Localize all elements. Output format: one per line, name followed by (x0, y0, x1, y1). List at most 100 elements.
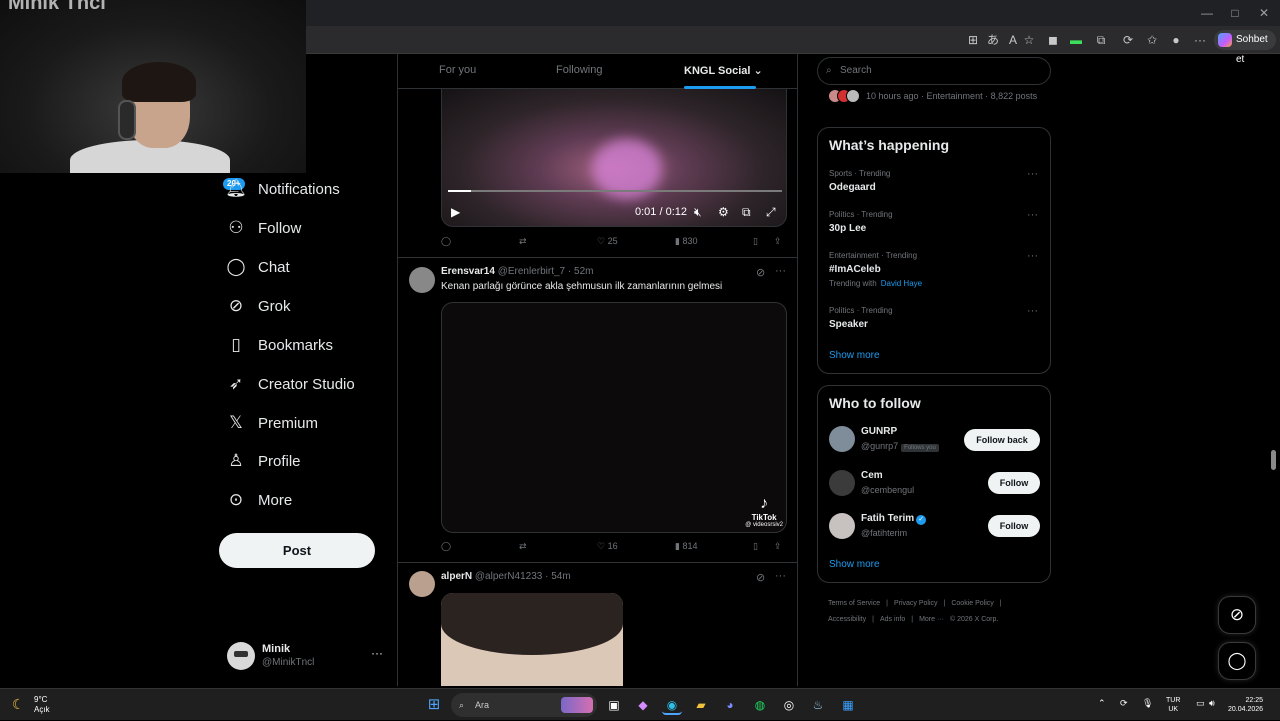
footer-link-terms[interactable]: Terms of Service (828, 600, 880, 607)
follow-name[interactable]: GUNRP (861, 426, 897, 437)
tab-kngl-social[interactable]: KNGL Social ⌄ (684, 64, 763, 77)
avatar[interactable] (409, 267, 435, 293)
picture-in-picture-icon[interactable]: ⧉ (742, 205, 751, 220)
video-player[interactable]: ▶ 0:01 / 0:12 🔇︎ ⚙ ⧉ ⤢ (441, 89, 787, 227)
footer-link-cookie[interactable]: Cookie Policy (951, 600, 993, 607)
avatar[interactable] (409, 571, 435, 597)
more-dots-icon[interactable]: ··· (775, 265, 786, 277)
footer-link-accessibility[interactable]: Accessibility (828, 616, 866, 623)
views-button[interactable]: ▮ 830 (675, 236, 698, 247)
footer-link-ads[interactable]: Ads info (880, 616, 905, 623)
nav-item-follow[interactable]: ⚇ Follow (226, 213, 301, 243)
bookmark-icon[interactable]: ▯ (753, 541, 758, 552)
follow-name-row[interactable]: Fatih Terim ✓ (861, 513, 927, 525)
sync-icon[interactable]: ⟳ (1120, 698, 1128, 709)
tweet-author-name[interactable]: alperN (441, 571, 472, 582)
views-button[interactable]: ▮ 814 (675, 541, 698, 552)
footer-link-more[interactable]: More ··· (919, 616, 944, 623)
split-screen-icon[interactable]: ⟳ (1120, 32, 1136, 48)
read-aloud-icon[interactable]: A (1005, 32, 1021, 48)
more-dots-icon[interactable]: ··· (1027, 305, 1038, 317)
tweet-author-name[interactable]: Erensvar14 (441, 266, 495, 277)
close-window-button[interactable]: ✕ (1249, 4, 1279, 22)
search-input[interactable]: ⌕ Search (817, 57, 1051, 85)
chat-fab-button[interactable]: ◯ (1218, 642, 1256, 680)
taskbar-clock[interactable]: 22:25 20.04.2026 (1228, 696, 1263, 714)
page-scrollbar[interactable] (1271, 450, 1276, 470)
copilot-app-icon[interactable]: ◆ (633, 695, 653, 715)
reply-icon[interactable]: ◯ (441, 541, 451, 552)
follow-button[interactable]: Follow (988, 472, 1040, 494)
share-icon[interactable]: ⇪ (774, 541, 782, 552)
tray-chevron-up-icon[interactable]: ⌃ (1098, 698, 1106, 709)
avatar[interactable] (829, 513, 855, 539)
nav-item-premium[interactable]: 𝕏 Premium (226, 408, 318, 438)
follow-back-button[interactable]: Follow back (964, 429, 1040, 451)
file-explorer-icon[interactable]: ▰ (691, 695, 711, 715)
photos-app-icon[interactable]: ▦ (838, 695, 858, 715)
steam-icon[interactable]: ♨ (808, 695, 828, 715)
nav-item-grok[interactable]: ⊘ Grok (226, 291, 291, 321)
tab-for-you[interactable]: For you (439, 64, 476, 76)
more-dots-icon[interactable]: ··· (1027, 209, 1038, 221)
copilot-chat-button[interactable]: Sohbet et (1214, 30, 1276, 65)
extension-icon[interactable]: ◼ (1045, 32, 1061, 48)
favorites-icon[interactable]: ✩ (1144, 32, 1160, 48)
settings-gear-icon[interactable]: ⚙ (718, 205, 729, 219)
nav-item-more[interactable]: ⊙ More (226, 485, 292, 515)
github-icon[interactable]: ◎ (779, 695, 799, 715)
avatar[interactable] (829, 470, 855, 496)
follow-name[interactable]: Cem (861, 470, 883, 481)
more-dots-icon[interactable]: ··· (1027, 250, 1038, 262)
taskbar-search[interactable]: ⌕ Ara (451, 693, 597, 717)
extensions-puzzle-icon[interactable]: ⧉ (1093, 32, 1109, 48)
follow-button[interactable]: Follow (988, 515, 1040, 537)
microphone-icon[interactable]: 🎙︎ (1142, 698, 1153, 709)
tweet-time[interactable]: 52m (574, 266, 593, 277)
weather-widget[interactable]: 9°C Açık (34, 695, 50, 715)
like-button[interactable]: ♡ 25 (597, 236, 618, 247)
grok-fab-button[interactable]: ⊘ (1218, 596, 1256, 634)
bookmark-icon[interactable]: ▯ (753, 236, 758, 247)
translate-icon[interactable]: あ (985, 32, 1001, 48)
discord-icon[interactable]: ◕ (720, 695, 740, 715)
reply-icon[interactable]: ◯ (441, 236, 451, 247)
footer-link-privacy[interactable]: Privacy Policy (894, 600, 938, 607)
retweet-icon[interactable]: ⇄ (519, 236, 527, 247)
grok-icon[interactable]: ⊘ (756, 266, 765, 279)
language-indicator[interactable]: TUR UK (1166, 696, 1180, 714)
tweet-author-handle[interactable]: @Erenlerbirt_7 (498, 266, 565, 277)
play-icon[interactable]: ▶ (451, 205, 460, 219)
show-more-link[interactable]: Show more (829, 559, 880, 570)
maximize-button[interactable]: □ (1220, 4, 1250, 22)
tweet-author-handle[interactable]: @alperN41233 (475, 571, 542, 582)
network-icon[interactable]: ▭ (1196, 698, 1205, 709)
task-view-icon[interactable]: ▣ (604, 695, 624, 715)
grok-icon[interactable]: ⊘ (756, 571, 765, 584)
nav-item-notifications[interactable]: 🔔︎ Notifications (225, 174, 340, 204)
nav-item-profile[interactable]: ♙ Profile (226, 446, 300, 476)
extension-green-icon[interactable]: ▬ (1068, 32, 1084, 48)
tweet-time[interactable]: 54m (551, 571, 570, 582)
volume-icon[interactable]: 🔊︎ (1209, 698, 1215, 709)
trend-with-link[interactable]: David Haye (881, 279, 922, 288)
avatar[interactable] (829, 426, 855, 452)
edge-browser-icon[interactable]: ◉ (662, 695, 682, 715)
weather-moon-icon[interactable]: ☾ (12, 696, 25, 713)
nav-item-chat[interactable]: ◯ Chat (226, 252, 289, 282)
favorite-star-icon[interactable]: ☆ (1021, 32, 1037, 48)
mute-icon[interactable]: 🔇︎ (694, 205, 702, 220)
tab-following[interactable]: Following (556, 64, 602, 76)
show-more-link[interactable]: Show more (829, 350, 880, 361)
nav-item-bookmarks[interactable]: ▯ Bookmarks (226, 330, 333, 360)
profile-avatar-icon[interactable]: ● (1168, 32, 1184, 48)
share-icon[interactable]: ⇪ (774, 236, 782, 247)
video-player[interactable]: ♪ TikTok @ videosrsiv2 (441, 302, 787, 533)
minimize-button[interactable]: — (1192, 4, 1222, 22)
tweet-photo[interactable] (441, 593, 623, 686)
spotify-icon[interactable]: ◍ (750, 695, 770, 715)
post-button[interactable]: Post (219, 533, 375, 568)
settings-more-icon[interactable]: ··· (1192, 32, 1208, 48)
more-dots-icon[interactable]: ··· (371, 646, 383, 660)
nav-item-creator-studio[interactable]: ➶ Creator Studio (226, 369, 355, 399)
